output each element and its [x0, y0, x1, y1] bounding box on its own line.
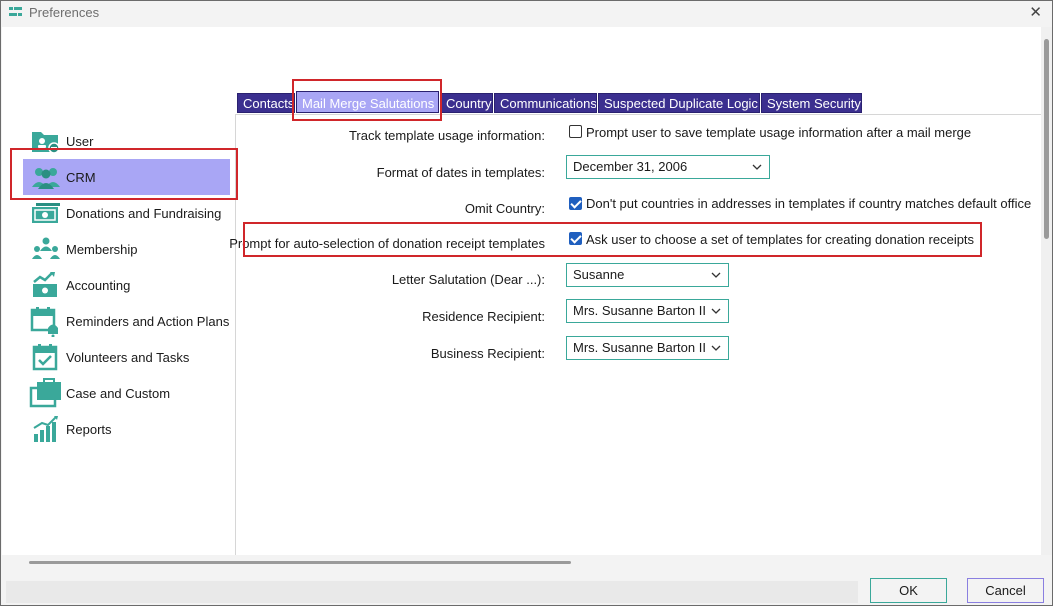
omit-country-label: Omit Country: — [464, 201, 545, 216]
tab-country[interactable]: Country — [440, 93, 493, 113]
briefcase-icon — [28, 377, 64, 409]
membership-group-icon — [28, 233, 64, 265]
tab-communications[interactable]: Communications — [494, 93, 597, 113]
window-title: Preferences — [29, 5, 100, 20]
sidebar-item-label: Reminders and Action Plans — [66, 313, 230, 329]
preferences-window: Preferences ✕ User CRM Donations and Fun… — [0, 0, 1053, 606]
track-usage-checkbox[interactable] — [569, 125, 582, 138]
sidebar-item-membership[interactable]: Membership — [23, 231, 230, 267]
sidebar-item-reminders[interactable]: Reminders and Action Plans — [23, 303, 230, 339]
sidebar-item-case-custom[interactable]: Case and Custom — [23, 375, 230, 411]
residence-recipient-value: Mrs. Susanne Barton II — [573, 303, 706, 318]
tab-system-security[interactable]: System Security — [761, 93, 862, 113]
omit-country-checkbox[interactable] — [569, 197, 582, 210]
accounting-chart-icon — [28, 269, 64, 301]
date-format-value: December 31, 2006 — [573, 159, 688, 174]
status-bar — [6, 581, 858, 603]
date-format-select[interactable]: December 31, 2006 — [566, 155, 770, 179]
horizontal-scrollbar-thumb[interactable] — [29, 561, 571, 564]
date-format-label: Format of dates in templates: — [376, 165, 545, 180]
close-window-button[interactable]: ✕ — [1029, 3, 1042, 21]
sidebar-item-label: Accounting — [66, 277, 131, 293]
track-usage-checkbox-text[interactable]: Prompt user to save template usage infor… — [586, 125, 971, 140]
chevron-down-icon — [752, 164, 762, 170]
track-usage-label: Track template usage information: — [348, 128, 545, 143]
mail-merge-panel: Track template usage information: Prompt… — [229, 114, 1041, 555]
calendar-bell-icon — [28, 305, 64, 337]
letter-salutation-value: Susanne — [573, 267, 625, 282]
sidebar-item-donations[interactable]: Donations and Fundraising — [23, 195, 230, 231]
business-recipient-value: Mrs. Susanne Barton II — [573, 340, 706, 355]
chevron-down-icon — [711, 345, 721, 351]
tab-contacts[interactable]: Contacts — [237, 93, 295, 113]
highlight-auto-selection-box — [243, 222, 982, 257]
business-recipient-select[interactable]: Mrs. Susanne Barton II — [566, 336, 729, 360]
sidebar-item-accounting[interactable]: Accounting — [23, 267, 230, 303]
highlight-crm-box — [10, 148, 238, 200]
calendar-check-icon — [28, 341, 64, 373]
money-bill-icon — [28, 197, 64, 229]
sidebar-item-reports[interactable]: Reports — [23, 411, 230, 447]
title-bar: Preferences ✕ — [1, 1, 1052, 25]
letter-salutation-label: Letter Salutation (Dear ...): — [391, 272, 545, 287]
sidebar-item-label: Reports — [66, 421, 112, 437]
residence-recipient-select[interactable]: Mrs. Susanne Barton II — [566, 299, 729, 323]
tab-suspected-duplicate-logic[interactable]: Suspected Duplicate Logic — [598, 93, 760, 113]
bar-chart-icon — [28, 413, 64, 445]
sidebar-item-label: Case and Custom — [66, 385, 171, 401]
letter-salutation-select[interactable]: Susanne — [566, 263, 729, 287]
vertical-scrollbar-thumb[interactable] — [1044, 39, 1049, 239]
chevron-down-icon — [711, 272, 721, 278]
ok-button[interactable]: OK — [870, 578, 947, 603]
highlight-tab-box — [292, 79, 442, 121]
sidebar-item-volunteers[interactable]: Volunteers and Tasks — [23, 339, 230, 375]
residence-recipient-label: Residence Recipient: — [422, 309, 545, 324]
sidebar-item-label: Donations and Fundraising — [66, 205, 222, 221]
sidebar-item-label: Volunteers and Tasks — [66, 349, 190, 365]
business-recipient-label: Business Recipient: — [430, 346, 545, 361]
sidebar-item-label: Membership — [66, 241, 138, 257]
cancel-button[interactable]: Cancel — [967, 578, 1044, 603]
sidebar-item-label: User — [66, 133, 94, 149]
chevron-down-icon — [711, 308, 721, 314]
app-logo-icon — [9, 7, 22, 16]
omit-country-checkbox-text[interactable]: Don't put countries in addresses in temp… — [586, 196, 1031, 211]
